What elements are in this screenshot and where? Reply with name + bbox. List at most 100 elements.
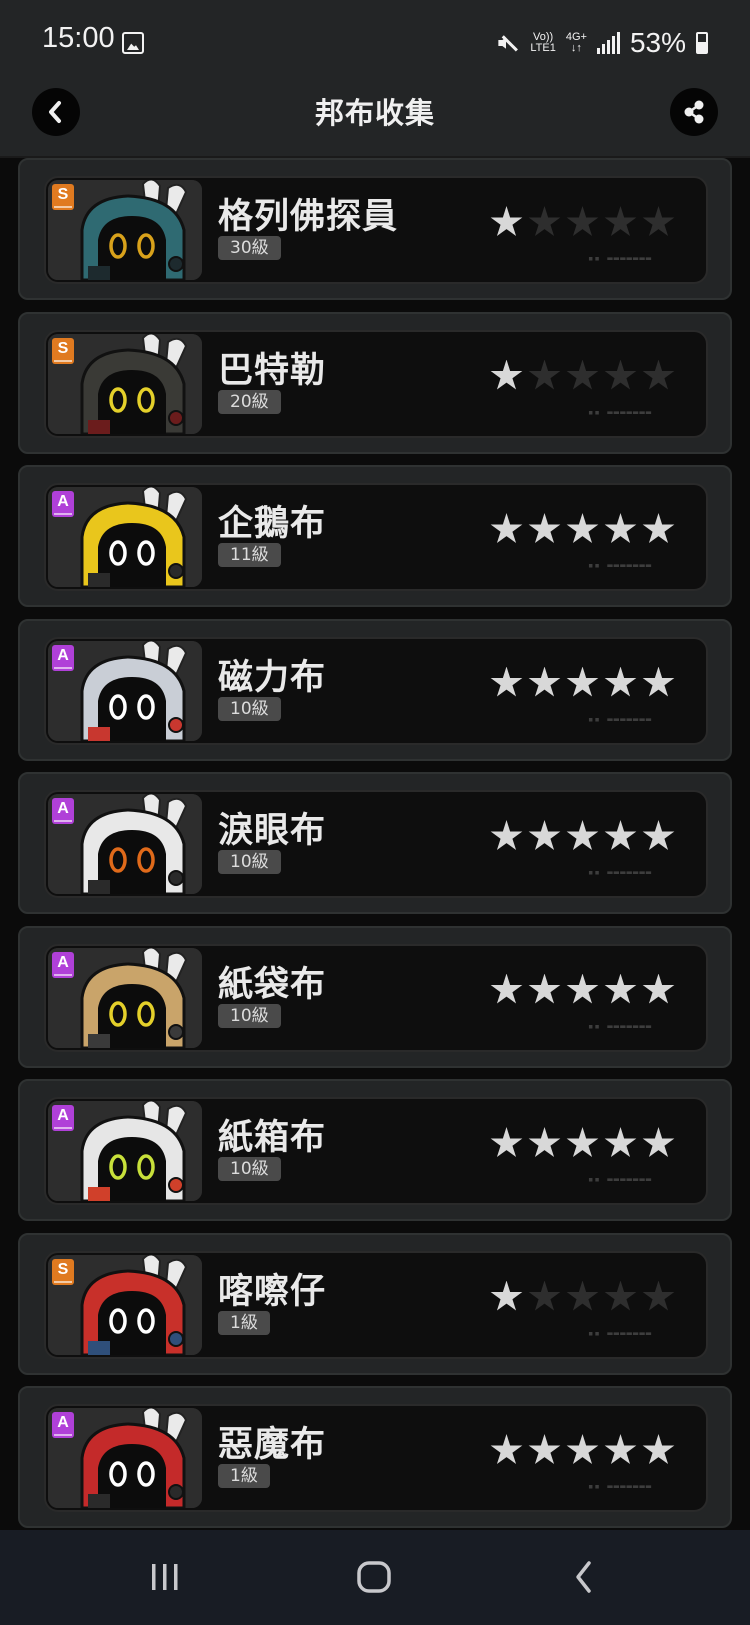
bangboo-name: 惡魔布 [218,1425,327,1465]
level-badge: 1級 [218,1464,270,1488]
bangboo-card-content: A 紙袋布 10級 ▪▪ ▬▬▬▬▬▬▬ [44,943,708,1052]
bangboo-card-content: A 企鵝布 11級 ▪▪ ▬▬▬▬▬▬▬ [44,483,708,591]
star-rating [490,1280,675,1314]
decorative-code-strip: ▪▪ ▬▬▬▬▬▬▬ [588,1021,653,1032]
star-filled-icon [490,513,523,544]
star-filled-icon [528,513,561,544]
decorative-code-strip: ▪▪ ▬▬▬▬▬▬▬ [588,868,653,878]
rank-badge: A [52,1105,74,1131]
decorative-code-strip: ▪▪ ▬▬▬▬▬▬▬ [588,561,653,571]
bangboo-portrait: S [48,180,202,280]
bangboo-card-content: S 喀嚓仔 1級 ▪▪ ▬▬▬▬▬▬▬ [44,1250,708,1359]
bangboo-portrait: A [48,947,202,1048]
star-filled-icon [566,973,599,1004]
star-rating [490,1127,675,1160]
star-filled-icon [490,820,523,851]
gallery-notification-icon [122,32,144,54]
battery-percent: 53% [629,27,686,58]
star-filled-icon [604,1434,637,1465]
bangboo-card[interactable]: S 喀嚓仔 1級 ▪▪ ▬▬▬▬▬▬▬ [18,1232,732,1375]
lte-label: LTE1 [530,42,556,54]
star-rating [490,513,675,546]
level-badge: 10級 [218,850,281,874]
star-rating [490,973,675,1007]
star-filled-icon [528,1434,561,1465]
home-button[interactable] [344,1552,404,1602]
decorative-code-strip: ▪▪ ▬▬▬▬▬▬▬ [588,1175,653,1185]
rank-badge: A [52,798,74,824]
bangboo-card-content: A 磁力布 10級 ▪▪ ▬▬▬▬▬▬▬ [44,636,708,745]
bangboo-portrait: S [48,333,202,434]
data-indicator: 4G+ ↓↑ [566,32,587,54]
bangboo-name: 紙箱布 [218,1118,327,1158]
star-rating [490,666,675,700]
app-header: 邦布收集 [0,84,750,158]
star-filled-icon [604,973,637,1004]
star-filled-icon [604,513,637,544]
bangboo-name: 紙袋布 [218,964,327,1005]
bangboo-card[interactable]: A 紙袋布 10級 ▪▪ ▬▬▬▬▬▬▬ [18,925,732,1068]
star-filled-icon [528,973,561,1004]
page-title: 邦布收集 [314,96,435,130]
system-nav-bar [0,1530,750,1625]
level-badge: 11級 [218,543,281,567]
decorative-code-strip: ▪▪ ▬▬▬▬▬▬▬ [588,1482,653,1492]
star-empty-icon [604,1280,637,1311]
bangboo-card[interactable]: A 淚眼布 10級 ▪▪ ▬▬▬▬▬▬▬ [18,772,732,914]
bangboo-card[interactable]: A 磁力布 10級 ▪▪ ▬▬▬▬▬▬▬ [18,618,732,761]
rank-badge: A [52,644,74,671]
bangboo-portrait: A [48,640,202,741]
battery-icon [696,32,708,54]
star-filled-icon [490,359,523,390]
star-empty-icon [528,206,561,237]
level-badge: 10級 [218,696,281,721]
nav-back-button[interactable] [554,1552,614,1602]
star-empty-icon [604,206,637,237]
bangboo-card-content: A 惡魔布 1級 ▪▪ ▬▬▬▬▬▬▬ [44,1404,708,1512]
bangboo-portrait: A [48,487,202,587]
decorative-code-strip: ▪▪ ▬▬▬▬▬▬▬ [588,407,653,418]
recents-icon [152,1564,178,1590]
share-button[interactable] [670,88,718,136]
star-filled-icon [566,820,599,851]
bangboo-name: 企鵝布 [218,504,327,544]
star-empty-icon [566,1280,599,1311]
star-filled-icon [490,1434,523,1465]
volte-indicator: Vo)) LTE1 [530,32,555,54]
bangboo-card[interactable]: A 企鵝布 11級 ▪▪ ▬▬▬▬▬▬▬ [18,465,732,607]
bangboo-card[interactable]: A 惡魔布 1級 ▪▪ ▬▬▬▬▬▬▬ [18,1386,732,1528]
level-badge: 30級 [218,236,281,260]
star-empty-icon [566,359,599,390]
signal-icon [596,32,620,54]
rank-badge: S [52,1258,74,1285]
star-filled-icon [604,666,637,697]
star-rating [490,359,675,393]
rank-badge: S [52,337,74,364]
bangboo-list[interactable]: S 格列佛探員 30級 ▪▪ ▬▬▬▬▬▬▬ S 巴特勒 20級 ▪▪ ▬▬▬▬▬▬▬ A 企鵝布… [0,158,750,1530]
bangboo-card[interactable]: A 紙箱布 10級 ▪▪ ▬▬▬▬▬▬▬ [18,1079,732,1221]
level-badge: 20級 [218,389,281,414]
bangboo-name: 格列佛探員 [218,197,399,237]
star-filled-icon [642,973,675,1004]
rank-badge: S [52,184,74,210]
star-filled-icon [604,1127,637,1158]
recents-button[interactable] [135,1552,195,1602]
rank-badge: A [52,491,74,517]
bangboo-portrait: S [48,1254,202,1355]
star-filled-icon [642,820,675,851]
level-badge: 10級 [218,1003,281,1028]
star-filled-icon [604,820,637,851]
rank-badge: A [52,1412,74,1438]
star-filled-icon [642,513,675,544]
star-rating [490,1434,675,1467]
decorative-code-strip: ▪▪ ▬▬▬▬▬▬▬ [588,1328,653,1339]
status-indicators: Vo)) LTE1 4G+ ↓↑ 53% [496,26,708,60]
star-empty-icon [528,359,561,390]
decorative-code-strip: ▪▪ ▬▬▬▬▬▬▬ [588,714,653,725]
status-bar: 15:00 Vo)) LTE1 4G+ ↓↑ 53% [0,0,750,84]
bangboo-card[interactable]: S 巴特勒 20級 ▪▪ ▬▬▬▬▬▬▬ [18,311,732,454]
bangboo-card[interactable]: S 格列佛探員 30級 ▪▪ ▬▬▬▬▬▬▬ [18,158,732,300]
star-filled-icon [490,1127,523,1158]
star-filled-icon [642,1127,675,1158]
star-filled-icon [566,1127,599,1158]
